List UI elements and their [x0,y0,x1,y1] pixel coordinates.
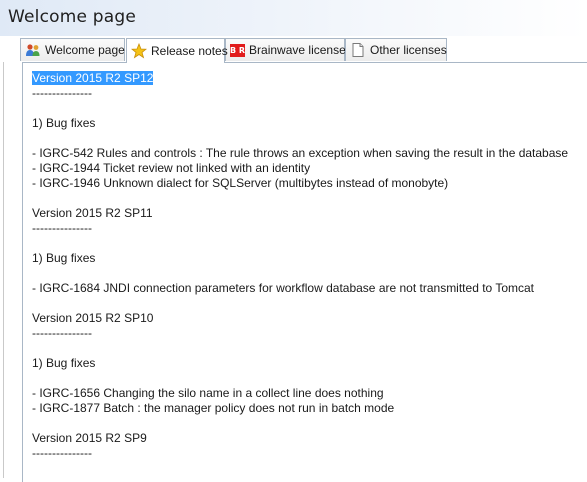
star-icon [131,43,147,59]
notes-line: Version 2015 R2 SP11 [32,206,153,220]
notes-line: Version 2015 R2 SP10 [32,311,154,325]
notes-line: --------------- [32,326,92,340]
notes-line [32,416,587,431]
notes-line: --------------- [32,221,92,235]
people-icon [25,42,41,58]
notes-line [32,296,587,311]
document-icon [350,42,366,58]
notes-line: - IGRC-1684 JNDI connection parameters f… [32,281,535,295]
notes-line [32,371,587,386]
notes-line: - IGRC-1877 Batch : the manager policy d… [32,401,395,415]
page-title: Welcome page [8,7,137,27]
tab-label: Welcome page [45,43,125,57]
notes-line: Version 2015 R2 SP12 [32,71,587,86]
notes-line: 1) Bug fixes [32,251,96,265]
notes-line: --------------- [32,446,92,460]
release-notes-panel[interactable]: Version 2015 R2 SP12 --------------- 1) B… [22,62,587,482]
release-notes-text[interactable]: Version 2015 R2 SP12 --------------- 1) B… [32,71,587,461]
notes-line [32,191,587,206]
notes-line: 1) Bug fixes [32,356,96,370]
notes-line: - IGRC-1946 Unknown dialect for SQLServe… [32,176,449,190]
notes-line: - IGRC-1944 Ticket review not linked wit… [32,161,311,175]
brainwave-logo-text: B R [230,45,246,55]
brainwave-logo-icon: B R [230,43,246,57]
tab-label: Other licenses [370,43,447,57]
notes-line: - IGRC-542 Rules and controls : The rule… [32,146,569,160]
notes-line [32,341,587,356]
notes-line [32,236,587,251]
tab-bar: Welcome page Release notes B R Brainwave… [0,38,587,63]
notes-line: 1) Bug fixes [32,116,96,130]
notes-line: - IGRC-1656 Changing the silo name in a … [32,386,384,400]
left-border [0,62,4,478]
page-header: Welcome page [0,0,587,36]
tab-release-notes[interactable]: Release notes [126,38,228,63]
notes-line: Version 2015 R2 SP9 [32,431,147,445]
notes-line [32,101,587,116]
tab-other-licenses[interactable]: Other licenses [345,38,447,61]
notes-line [32,266,587,281]
tab-label: Brainwave license [249,43,346,57]
notes-line [32,131,587,146]
tab-brainwave-license[interactable]: B R Brainwave license [225,38,346,61]
notes-line: --------------- [32,86,92,100]
tab-welcome-page[interactable]: Welcome page [20,38,125,61]
tab-label: Release notes [151,44,228,58]
selected-text[interactable]: Version 2015 R2 SP12 [32,71,154,85]
